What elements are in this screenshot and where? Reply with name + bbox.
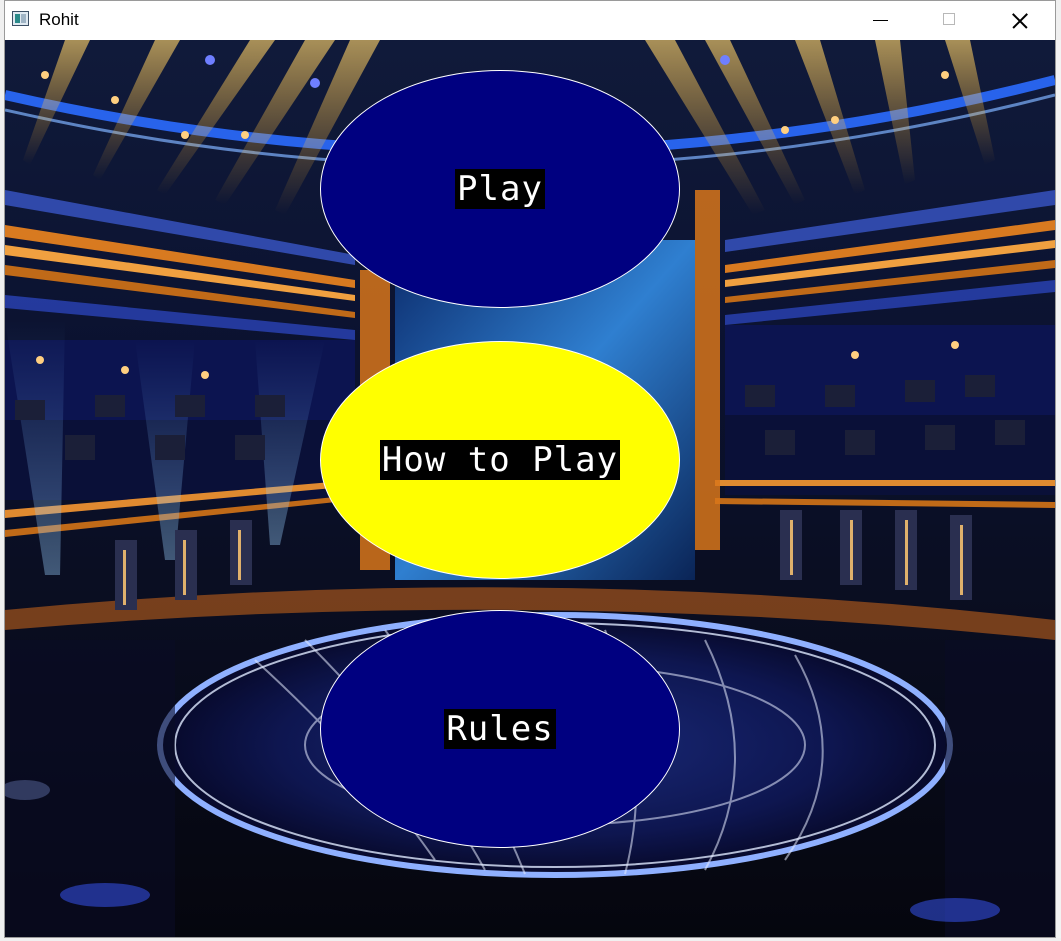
app-window: Rohit Play How to Play Rules: [4, 0, 1056, 938]
background-window-edge: [1056, 40, 1061, 938]
game-canvas: Play How to Play Rules: [5, 40, 1055, 937]
how-to-play-button[interactable]: How to Play: [320, 341, 680, 579]
how-to-play-button-label: How to Play: [379, 440, 621, 480]
play-button-label: Play: [455, 169, 545, 209]
window-title: Rohit: [39, 10, 79, 29]
app-icon: [12, 11, 29, 26]
rules-button-label: Rules: [444, 709, 556, 749]
rules-button[interactable]: Rules: [320, 610, 680, 848]
close-button[interactable]: [984, 1, 1052, 40]
maximize-button[interactable]: [915, 1, 983, 40]
title-bar[interactable]: Rohit: [5, 1, 1055, 40]
play-button[interactable]: Play: [320, 70, 680, 308]
minimize-button[interactable]: [846, 1, 914, 40]
